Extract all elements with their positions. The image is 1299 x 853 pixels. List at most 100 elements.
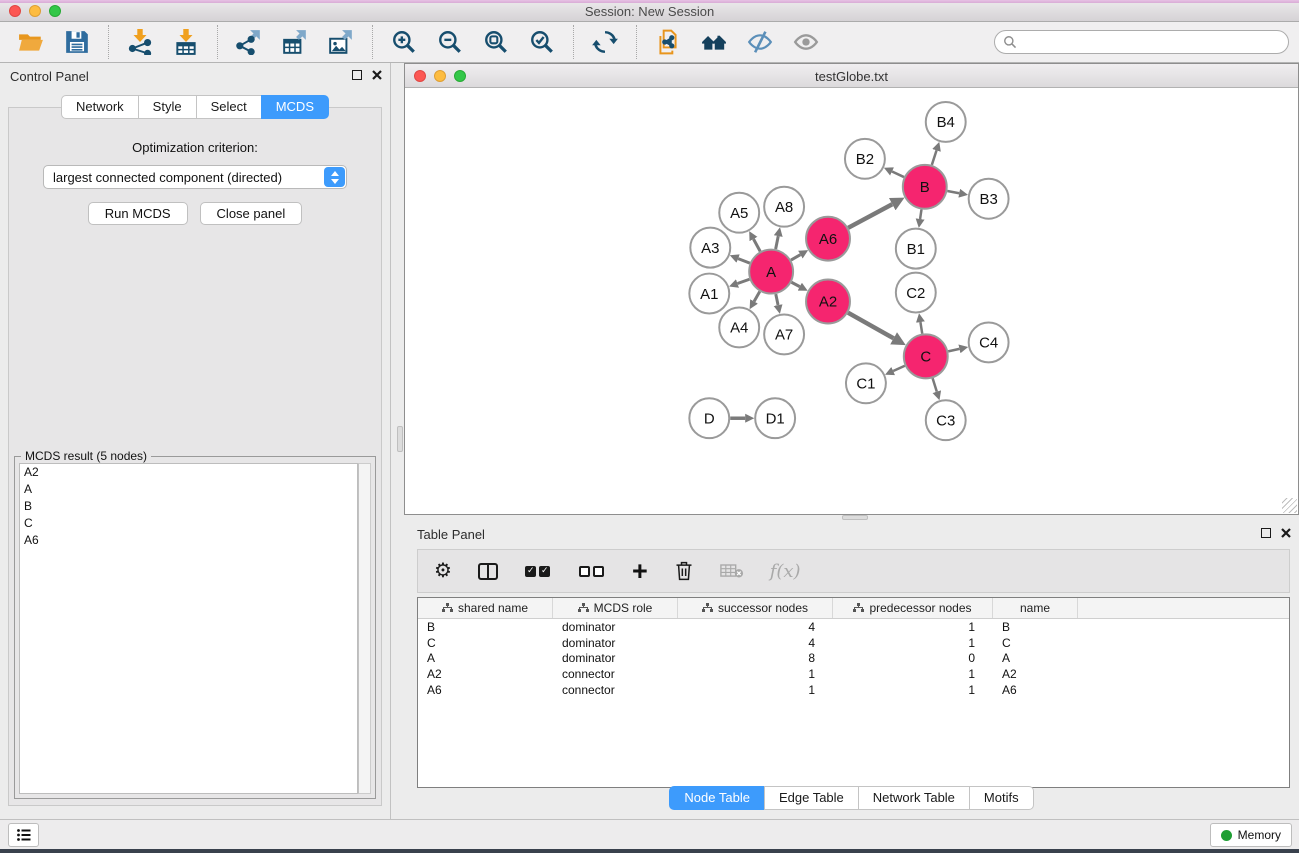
graph-edge-C-C4[interactable] — [948, 349, 959, 351]
graph-edge-B-B2[interactable] — [892, 171, 904, 177]
table-row[interactable]: Bdominator41B — [418, 619, 1289, 635]
close-panel-icon[interactable] — [372, 70, 382, 80]
tab-network-table[interactable]: Network Table — [858, 786, 970, 810]
import-network-icon[interactable] — [127, 29, 153, 55]
tab-motifs[interactable]: Motifs — [969, 786, 1034, 810]
graph-node-C2[interactable]: C2 — [896, 273, 936, 313]
result-item[interactable]: B — [20, 498, 357, 515]
run-mcds-button[interactable]: Run MCDS — [88, 202, 188, 225]
columns-icon[interactable] — [478, 558, 498, 584]
export-image-icon[interactable] — [328, 29, 354, 55]
eye-slash-icon[interactable] — [747, 29, 773, 55]
zoom-in-icon[interactable] — [391, 29, 417, 55]
graph-edge-C-C3[interactable] — [933, 378, 937, 391]
column-header-predecessor-nodes[interactable]: predecessor nodes — [833, 598, 993, 618]
resize-grip[interactable] — [1282, 498, 1297, 513]
graph-node-B1[interactable]: B1 — [896, 229, 936, 269]
graph-edge-C-C1[interactable] — [893, 366, 905, 371]
copy-network-icon[interactable] — [655, 29, 681, 55]
graph-node-A4[interactable]: A4 — [719, 307, 759, 347]
result-scrollbar[interactable] — [358, 463, 371, 794]
close-panel-button[interactable]: Close panel — [200, 202, 303, 225]
graph-edge-B-B1[interactable] — [920, 209, 921, 219]
graph-node-C[interactable]: C — [904, 334, 948, 378]
graph-edge-A2-C[interactable] — [848, 313, 894, 339]
table-row[interactable]: Cdominator41C — [418, 635, 1289, 651]
tab-edge-table[interactable]: Edge Table — [764, 786, 859, 810]
graph-edge-B-B3[interactable] — [947, 191, 959, 193]
refresh-icon[interactable] — [592, 29, 618, 55]
result-item[interactable]: A2 — [20, 464, 357, 481]
checkboxes-unchecked-icon[interactable] — [578, 558, 606, 584]
graph-edge-A-A2[interactable] — [791, 282, 799, 286]
graph-node-A2[interactable]: A2 — [806, 280, 850, 324]
graph-node-A1[interactable]: A1 — [689, 274, 729, 314]
graph-node-B3[interactable]: B3 — [969, 179, 1009, 219]
graph-edge-A-A4[interactable] — [754, 291, 760, 301]
tab-select[interactable]: Select — [196, 95, 262, 119]
graph-node-D1[interactable]: D1 — [755, 398, 795, 438]
column-header-successor-nodes[interactable]: successor nodes — [678, 598, 833, 618]
column-header-MCDS-role[interactable]: MCDS role — [553, 598, 678, 618]
graph-node-C4[interactable]: C4 — [969, 322, 1009, 362]
graph-edge-A-A6[interactable] — [791, 255, 800, 260]
tab-network[interactable]: Network — [61, 95, 139, 119]
network-window-titlebar[interactable]: testGlobe.txt — [405, 64, 1298, 88]
table-row[interactable]: Adominator80A — [418, 651, 1289, 667]
graph-node-A8[interactable]: A8 — [764, 187, 804, 227]
checkboxes-checked-icon[interactable] — [524, 558, 552, 584]
close-table-panel-icon[interactable] — [1281, 528, 1291, 538]
horizontal-splitter-handle[interactable] — [842, 515, 868, 520]
add-icon[interactable]: + — [632, 558, 648, 584]
houses-icon[interactable] — [701, 29, 727, 55]
gear-icon[interactable]: ⚙ — [434, 558, 452, 584]
open-file-icon[interactable] — [18, 29, 44, 55]
eye-icon[interactable] — [793, 29, 819, 55]
zoom-selected-icon[interactable] — [529, 29, 555, 55]
graph-node-A[interactable]: A — [749, 250, 793, 294]
graph-edge-A-A8[interactable] — [776, 236, 779, 249]
result-item[interactable]: A6 — [20, 532, 357, 549]
result-item[interactable]: C — [20, 515, 357, 532]
export-table-icon[interactable] — [282, 29, 308, 55]
graph-node-B2[interactable]: B2 — [845, 139, 885, 179]
float-panel-icon[interactable] — [352, 70, 362, 80]
export-network-icon[interactable] — [236, 29, 262, 55]
table-row[interactable]: A2connector11A2 — [418, 666, 1289, 682]
zoom-fit-icon[interactable] — [483, 29, 509, 55]
tab-mcds[interactable]: MCDS — [261, 95, 329, 119]
memory-button[interactable]: Memory — [1210, 823, 1292, 847]
graph-node-D[interactable]: D — [689, 398, 729, 438]
graph-node-A7[interactable]: A7 — [764, 314, 804, 354]
graph-edge-C-C2[interactable] — [920, 322, 922, 334]
tab-node-table[interactable]: Node Table — [669, 786, 765, 810]
optimization-criterion-select[interactable]: largest connected component (directed) — [43, 165, 347, 189]
save-session-icon[interactable] — [64, 29, 90, 55]
float-table-panel-icon[interactable] — [1261, 528, 1271, 538]
graph-node-C1[interactable]: C1 — [846, 363, 886, 403]
network-canvas[interactable]: B4 B2 B B3 B1 A5A8A6 A3 A A1 A2 C2 A4A7 C4 C C1 C3 D D1 — [406, 89, 1297, 513]
graph-edge-A6-B[interactable] — [848, 204, 892, 228]
zoom-out-icon[interactable] — [437, 29, 463, 55]
mcds-result-list[interactable]: A2ABCA6 — [19, 463, 358, 794]
column-header-shared-name[interactable]: shared name — [418, 598, 553, 618]
graph-node-B[interactable]: B — [903, 165, 947, 209]
graph-node-C3[interactable]: C3 — [926, 400, 966, 440]
graph-node-A3[interactable]: A3 — [690, 228, 730, 268]
import-table-icon[interactable] — [173, 29, 199, 55]
column-header-name[interactable]: name — [993, 598, 1078, 618]
graph-node-A6[interactable]: A6 — [806, 217, 850, 261]
search-input[interactable] — [1017, 32, 1288, 52]
trash-icon[interactable] — [674, 558, 694, 584]
graph-node-B4[interactable]: B4 — [926, 102, 966, 142]
graph-edge-A-A5[interactable] — [753, 239, 760, 251]
tab-style[interactable]: Style — [138, 95, 197, 119]
result-item[interactable]: A — [20, 481, 357, 498]
table-row[interactable]: A6connector11A6 — [418, 682, 1289, 698]
vertical-splitter-handle[interactable] — [397, 426, 403, 452]
graph-edge-B-B4[interactable] — [932, 150, 937, 165]
graph-edge-A-A1[interactable] — [737, 279, 749, 283]
task-history-button[interactable] — [8, 823, 39, 847]
graph-edge-A-A3[interactable] — [738, 259, 750, 264]
graph-node-A5[interactable]: A5 — [719, 193, 759, 233]
